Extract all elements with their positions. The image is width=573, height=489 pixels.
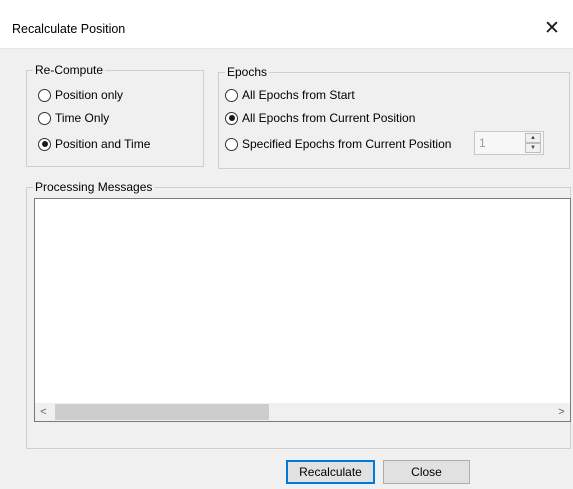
recompute-group-label: Re-Compute: [33, 63, 106, 77]
radio-all-epochs-from-current-label: All Epochs from Current Position: [242, 111, 416, 125]
recalculate-button[interactable]: Recalculate: [286, 460, 375, 484]
radio-selected-dot: [41, 141, 48, 147]
radio-circle-position-and-time[interactable]: [38, 137, 51, 151]
radio-all-epochs-from-start[interactable]: All Epochs from Start: [225, 87, 355, 103]
scrollbar-thumb[interactable]: [55, 404, 269, 420]
radio-circle-all-epochs-from-start[interactable]: [225, 88, 238, 102]
radio-all-epochs-from-start-label: All Epochs from Start: [242, 88, 355, 102]
horizontal-scrollbar[interactable]: < >: [35, 403, 570, 421]
radio-position-only[interactable]: Position only: [38, 87, 123, 103]
title-bar: Recalculate Position ✕: [0, 0, 573, 49]
radio-circle-time-only[interactable]: [38, 111, 51, 125]
epochs-group-label: Epochs: [225, 65, 270, 79]
epochs-count-spinner[interactable]: 1 ▲ ▼: [474, 131, 544, 155]
close-icon[interactable]: ✕: [537, 14, 567, 44]
radio-circle-all-epochs-from-current[interactable]: [225, 111, 238, 125]
scroll-right-icon[interactable]: >: [553, 403, 570, 421]
radio-position-only-label: Position only: [55, 88, 124, 102]
radio-circle-position-only[interactable]: [38, 88, 51, 102]
spin-up-icon[interactable]: ▲: [525, 133, 541, 143]
processing-messages-box[interactable]: < >: [34, 198, 571, 422]
radio-position-and-time-label: Position and Time: [55, 137, 151, 151]
processing-messages-label: Processing Messages: [33, 180, 155, 194]
radio-circle-specified-epochs[interactable]: [225, 137, 238, 151]
dialog-title: Recalculate Position: [12, 22, 126, 36]
radio-selected-dot: [228, 115, 235, 121]
radio-position-and-time[interactable]: Position and Time: [38, 136, 150, 152]
radio-specified-epochs-label: Specified Epochs from Current Position: [242, 137, 452, 151]
recalculate-position-dialog: Recalculate Position ✕ Re-Compute Positi…: [0, 0, 573, 489]
epochs-count-value[interactable]: 1: [479, 136, 486, 150]
close-button[interactable]: Close: [383, 460, 470, 484]
scroll-left-icon[interactable]: <: [35, 403, 52, 421]
radio-time-only[interactable]: Time Only: [38, 110, 109, 126]
radio-all-epochs-from-current[interactable]: All Epochs from Current Position: [225, 110, 415, 126]
radio-specified-epochs[interactable]: Specified Epochs from Current Position: [225, 136, 451, 152]
radio-time-only-label: Time Only: [55, 111, 110, 125]
spin-down-icon[interactable]: ▼: [525, 143, 541, 153]
